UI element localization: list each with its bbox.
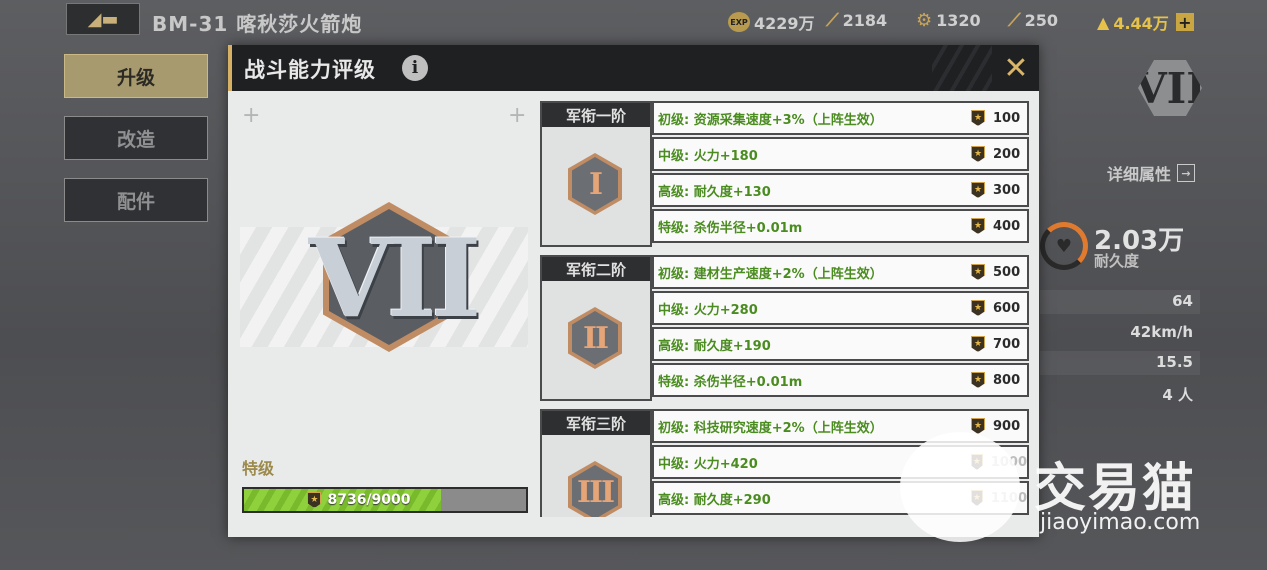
tier-name: 军衔二阶	[542, 257, 650, 281]
header-decoration	[932, 45, 992, 91]
plus-decoration: +	[508, 103, 527, 128]
bonus-row: 高级: 耐久度+130 ★ 300	[652, 173, 1029, 207]
bonus-row: 特级: 杀伤半径+0.01m ★ 800	[652, 363, 1029, 397]
gold-icon: ▲	[1097, 12, 1110, 32]
back-arrow-icon: ◢▬	[87, 8, 119, 30]
resource-gold: ▲ 4.44万 +	[1097, 10, 1194, 34]
unit-title: BM-31 喀秋莎火箭炮	[152, 12, 363, 36]
tab-modify[interactable]: 改造	[64, 116, 208, 160]
gear-icon: ⚙	[916, 10, 933, 31]
tier-name: 军衔三阶	[542, 411, 650, 435]
detail-attributes-link[interactable]: 详细属性 →	[1107, 161, 1196, 185]
medal-icon: ★	[971, 218, 985, 234]
resource-shell: ⟋ 250	[1008, 10, 1058, 31]
resource-value: 2184	[842, 11, 888, 30]
bonus-row: 特级: 杀伤半径+0.01m ★ 400	[652, 209, 1029, 243]
tier-emblem-icon: II	[568, 307, 622, 369]
resource-value: 4.44万	[1113, 14, 1169, 33]
tier-header: 军衔一阶 I	[540, 101, 652, 247]
tab-upgrade[interactable]: 升级	[64, 54, 208, 98]
tier-emblem-icon: III	[568, 461, 622, 517]
tier-emblem-icon: I	[568, 153, 622, 215]
medal-icon: ★	[971, 110, 985, 126]
resource-value: 1320	[936, 11, 981, 30]
tier-name: 军衔一阶	[542, 103, 650, 127]
tier-header: 军衔三阶 III	[540, 409, 652, 517]
medal-icon: ★	[971, 182, 985, 198]
tier-block: 军衔一阶 I 初级: 资源采集速度+3%（上阵生效） ★ 100 中级: 火力+18…	[540, 101, 1029, 247]
resource-exp: EXP 4229万	[728, 10, 815, 34]
detail-label: 详细属性	[1107, 165, 1172, 184]
stat-value: 4 人	[1162, 386, 1193, 404]
progress-text: ★ 8736/9000	[244, 489, 474, 511]
bonus-row: 初级: 建材生产速度+2%（上阵生效） ★ 500	[652, 255, 1029, 289]
medal-icon: ★	[971, 300, 985, 316]
medal-icon: ★	[307, 492, 322, 508]
info-icon[interactable]: i	[402, 55, 428, 81]
bonus-row: 中级: 火力+180 ★ 200	[652, 137, 1029, 171]
bonus-row: 中级: 火力+280 ★ 600	[652, 291, 1029, 325]
medal-icon: ★	[971, 418, 985, 434]
add-gold-button[interactable]: +	[1175, 13, 1194, 32]
modal-header: 战斗能力评级 i ✕	[228, 45, 1039, 91]
rank-numeral: VII	[308, 216, 482, 342]
medal-icon: ★	[971, 146, 985, 162]
modal-title: 战斗能力评级	[244, 58, 376, 82]
stat-value: 64	[1172, 292, 1193, 310]
current-rank-panel: + + VII 特级 ★ 8736/9000	[240, 97, 530, 517]
bonus-row: 高级: 耐久度+190 ★ 700	[652, 327, 1029, 361]
stat-value: 15.5	[1155, 353, 1193, 371]
resource-value: 4229万	[754, 14, 815, 33]
arrow-right-icon: →	[1177, 164, 1196, 182]
exp-icon: EXP	[728, 12, 750, 32]
resource-value: 250	[1024, 11, 1059, 30]
progress-value: 8736/9000	[327, 492, 411, 508]
resource-gear: ⚙ 1320	[916, 10, 981, 31]
fuel-icon: ⟋	[826, 10, 839, 31]
medal-icon: ★	[971, 264, 985, 280]
back-button[interactable]: ◢▬	[66, 3, 140, 35]
grade-label: 特级	[242, 459, 275, 478]
tab-parts[interactable]: 配件	[64, 178, 208, 222]
rank-progress-bar: ★ 8736/9000	[242, 487, 528, 513]
resource-fuel: ⟋ 2184	[826, 10, 887, 31]
medal-icon: ★	[971, 372, 985, 388]
cat-logo-icon	[900, 432, 1020, 542]
watermark-url: jiaoyimao.com	[1040, 510, 1201, 535]
close-button[interactable]: ✕	[997, 49, 1035, 87]
top-bar: ◢▬ BM-31 喀秋莎火箭炮 EXP 4229万 ⟋ 2184 ⚙ 1320 …	[0, 0, 1267, 40]
durability-label: 耐久度	[1094, 252, 1140, 270]
tier-header: 军衔二阶 II	[540, 255, 652, 401]
plus-decoration: +	[242, 103, 261, 128]
stat-value: 42km/h	[1130, 323, 1193, 341]
heart-icon: ♥	[1040, 222, 1088, 270]
bonus-row: 初级: 资源采集速度+3%（上阵生效） ★ 100	[652, 101, 1029, 135]
tier-block: 军衔二阶 II 初级: 建材生产速度+2%（上阵生效） ★ 500 中级: 火力+2…	[540, 255, 1029, 401]
medal-icon: ★	[971, 336, 985, 352]
rank-emblem-icon: VII	[309, 202, 481, 352]
shell-icon: ⟋	[1008, 10, 1021, 31]
